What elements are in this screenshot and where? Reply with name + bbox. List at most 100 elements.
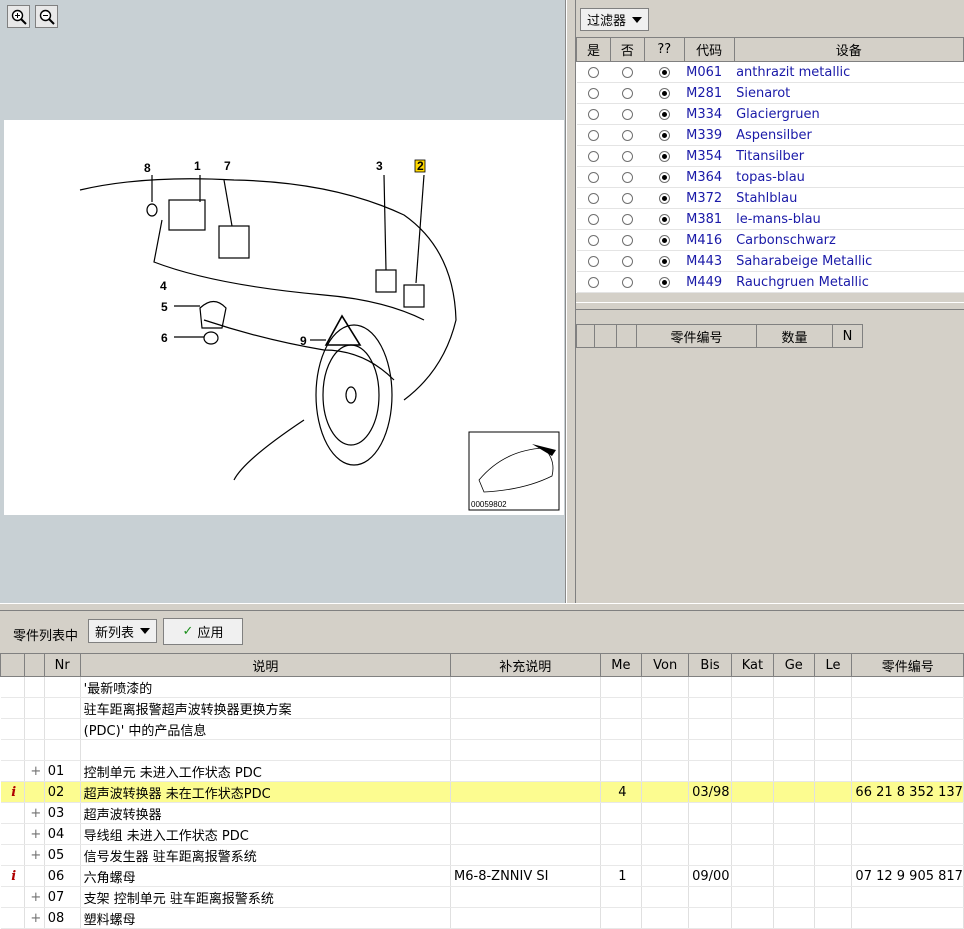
col-unknown[interactable]: ?? xyxy=(643,37,685,62)
col-no[interactable]: 否 xyxy=(609,37,645,62)
radio-no[interactable] xyxy=(621,276,633,288)
expand-plus-icon[interactable]: + xyxy=(24,907,45,929)
radio-cell-unknown[interactable] xyxy=(644,229,685,251)
parts-row[interactable]: i 06 六角螺母 M6-8-ZNNIV SI 1 09/00 07 12 9 905 81… xyxy=(0,865,964,887)
radio-unknown[interactable] xyxy=(658,171,670,183)
radio-cell-unknown[interactable] xyxy=(644,250,685,272)
col-part-number[interactable]: 零件编号 xyxy=(851,653,964,677)
col-me[interactable]: Me xyxy=(599,653,643,677)
equipment-row[interactable]: M449 Rauchgruen Metallic xyxy=(576,271,964,293)
radio-cell-no[interactable] xyxy=(610,82,645,104)
radio-cell-no[interactable] xyxy=(610,61,645,83)
radio-yes[interactable] xyxy=(587,171,599,183)
col-equipment[interactable]: 设备 xyxy=(733,37,964,62)
radio-cell-yes[interactable] xyxy=(576,166,611,188)
col-bis[interactable]: Bis xyxy=(688,653,733,677)
radio-no[interactable] xyxy=(621,87,633,99)
radio-cell-no[interactable] xyxy=(610,250,645,272)
radio-no[interactable] xyxy=(621,129,633,141)
equipment-row[interactable]: M339 Aspensilber xyxy=(576,124,964,146)
zoom-out-button[interactable] xyxy=(35,5,58,28)
radio-cell-yes[interactable] xyxy=(576,82,611,104)
radio-cell-unknown[interactable] xyxy=(644,271,685,293)
radio-cell-unknown[interactable] xyxy=(644,124,685,146)
parts-row[interactable]: 驻车距离报警超声波转换器更换方案 xyxy=(0,697,964,719)
col-n[interactable]: N xyxy=(832,324,863,348)
radio-no[interactable] xyxy=(621,150,633,162)
parts-row[interactable]: +08 塑料螺母 xyxy=(0,907,964,929)
radio-cell-yes[interactable] xyxy=(576,187,611,209)
parts-row[interactable]: (PDC)' 中的产品信息 xyxy=(0,718,964,740)
radio-unknown[interactable] xyxy=(658,150,670,162)
radio-no[interactable] xyxy=(621,66,633,78)
radio-unknown[interactable] xyxy=(658,255,670,267)
radio-yes[interactable] xyxy=(587,276,599,288)
expand-plus-icon[interactable]: + xyxy=(24,823,45,845)
parts-row[interactable]: +03 超声波转换器 xyxy=(0,802,964,824)
radio-cell-yes[interactable] xyxy=(576,250,611,272)
equipment-row[interactable]: M443 Saharabeige Metallic xyxy=(576,250,964,272)
parts-row[interactable]: +05 信号发生器 驻车距离报警系统 xyxy=(0,844,964,866)
radio-yes[interactable] xyxy=(587,108,599,120)
parts-row[interactable]: +04 导线组 未进入工作状态 PDC xyxy=(0,823,964,845)
radio-cell-unknown[interactable] xyxy=(644,166,685,188)
radio-cell-unknown[interactable] xyxy=(644,61,685,83)
radio-cell-no[interactable] xyxy=(610,229,645,251)
radio-yes[interactable] xyxy=(587,129,599,141)
equipment-row[interactable]: M334 Glaciergruen xyxy=(576,103,964,125)
radio-yes[interactable] xyxy=(587,192,599,204)
expand-plus-icon[interactable]: + xyxy=(24,760,45,782)
col-part-number[interactable]: 零件编号 xyxy=(636,324,757,348)
radio-cell-yes[interactable] xyxy=(576,61,611,83)
equipment-row[interactable]: M381 le-mans-blau xyxy=(576,208,964,230)
radio-yes[interactable] xyxy=(587,234,599,246)
col-le[interactable]: Le xyxy=(813,653,853,677)
expand-plus-icon[interactable]: + xyxy=(24,886,45,908)
col-kat[interactable]: Kat xyxy=(731,653,774,677)
parts-row[interactable]: '最新喷漆的 xyxy=(0,676,964,698)
equipment-row[interactable]: M061 anthrazit metallic xyxy=(576,61,964,83)
radio-yes[interactable] xyxy=(587,213,599,225)
radio-no[interactable] xyxy=(621,171,633,183)
radio-unknown[interactable] xyxy=(658,87,670,99)
radio-cell-unknown[interactable] xyxy=(644,82,685,104)
equipment-row[interactable]: M372 Stahlblau xyxy=(576,187,964,209)
radio-yes[interactable] xyxy=(587,150,599,162)
parts-row[interactable]: i 02 超声波转换器 未在工作状态PDC 4 03/98 66 21 8 352 137 xyxy=(0,781,964,803)
radio-yes[interactable] xyxy=(587,66,599,78)
col-description[interactable]: 说明 xyxy=(79,653,452,677)
radio-cell-unknown[interactable] xyxy=(644,208,685,230)
col-code[interactable]: 代码 xyxy=(683,37,735,62)
info-icon[interactable]: i xyxy=(0,781,25,803)
radio-no[interactable] xyxy=(621,234,633,246)
radio-cell-yes[interactable] xyxy=(576,229,611,251)
radio-cell-no[interactable] xyxy=(610,124,645,146)
col-ge[interactable]: Ge xyxy=(772,653,815,677)
expand-plus-icon[interactable]: + xyxy=(24,844,45,866)
radio-cell-yes[interactable] xyxy=(576,145,611,167)
radio-yes[interactable] xyxy=(587,87,599,99)
radio-cell-no[interactable] xyxy=(610,103,645,125)
radio-unknown[interactable] xyxy=(658,66,670,78)
col-yes[interactable]: 是 xyxy=(576,37,611,62)
radio-unknown[interactable] xyxy=(658,213,670,225)
parts-row[interactable]: +07 支架 控制单元 驻车距离报警系统 xyxy=(0,886,964,908)
col-von[interactable]: Von xyxy=(641,653,690,677)
radio-cell-no[interactable] xyxy=(610,166,645,188)
radio-cell-unknown[interactable] xyxy=(644,145,685,167)
zoom-in-button[interactable] xyxy=(7,5,30,28)
radio-cell-no[interactable] xyxy=(610,208,645,230)
main-horizontal-splitter[interactable] xyxy=(0,603,964,611)
radio-unknown[interactable] xyxy=(658,129,670,141)
filter-dropdown-button[interactable]: 过滤器 xyxy=(580,8,650,31)
radio-cell-no[interactable] xyxy=(610,187,645,209)
radio-unknown[interactable] xyxy=(658,276,670,288)
radio-cell-yes[interactable] xyxy=(576,271,611,293)
radio-cell-yes[interactable] xyxy=(576,103,611,125)
radio-no[interactable] xyxy=(621,255,633,267)
radio-unknown[interactable] xyxy=(658,192,670,204)
radio-no[interactable] xyxy=(621,192,633,204)
radio-cell-unknown[interactable] xyxy=(644,187,685,209)
radio-unknown[interactable] xyxy=(658,234,670,246)
radio-cell-yes[interactable] xyxy=(576,124,611,146)
